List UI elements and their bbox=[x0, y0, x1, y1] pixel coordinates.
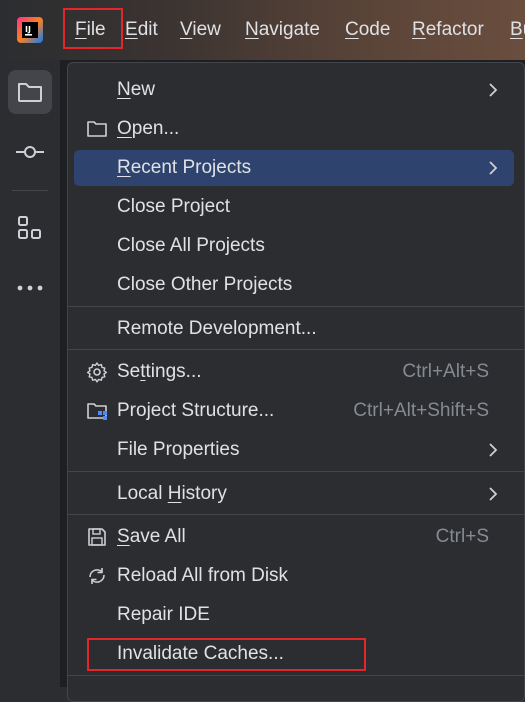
menu-item-label: Reload All from Disk bbox=[117, 565, 289, 586]
folder-icon bbox=[87, 121, 107, 137]
menu-item-label: Close All Projects bbox=[117, 235, 265, 256]
menu-item-label: Open... bbox=[117, 118, 180, 139]
menu-view[interactable]: View bbox=[180, 19, 221, 41]
chevron-right-icon bbox=[489, 487, 498, 501]
menu-divider bbox=[68, 675, 524, 676]
menu-item-save-all[interactable]: Save All Ctrl+S bbox=[74, 519, 514, 555]
invalidate-caches-highlight-box bbox=[87, 638, 366, 671]
menu-item-recent-projects[interactable]: Recent Projects bbox=[74, 150, 514, 186]
menu-edit[interactable]: Edit bbox=[125, 19, 158, 41]
menu-divider bbox=[68, 306, 524, 307]
chevron-right-icon bbox=[489, 83, 498, 97]
menu-item-project-structure[interactable]: Project Structure... Ctrl+Alt+Shift+S bbox=[74, 393, 514, 429]
structure-tool-button[interactable] bbox=[8, 206, 52, 250]
menu-item-label: Local History bbox=[117, 483, 227, 504]
project-folder-icon bbox=[18, 83, 42, 102]
menu-item-close-other-projects[interactable]: Close Other Projects bbox=[74, 267, 514, 303]
reload-icon bbox=[89, 568, 105, 584]
shortcut-label: Ctrl+S bbox=[435, 526, 489, 547]
menu-divider bbox=[68, 514, 524, 515]
menu-item-label: Close Project bbox=[117, 196, 231, 217]
more-tool-button[interactable] bbox=[8, 266, 52, 310]
chevron-right-icon bbox=[489, 443, 498, 457]
menu-item-label: Recent Projects bbox=[117, 157, 252, 178]
menu-refactor[interactable]: Refactor bbox=[412, 19, 484, 41]
menu-item-file-properties[interactable]: File Properties bbox=[74, 432, 514, 468]
menu-item-label: Save All bbox=[117, 526, 186, 547]
menu-item-label: Settings... bbox=[117, 361, 202, 382]
file-menu-popup: New Open... Recent Projects Close Projec… bbox=[67, 62, 525, 702]
menu-item-close-all-projects[interactable]: Close All Projects bbox=[74, 228, 514, 264]
menu-item-repair-ide[interactable]: Repair IDE bbox=[74, 597, 514, 633]
menu-item-close-project[interactable]: Close Project bbox=[74, 189, 514, 225]
save-icon bbox=[88, 528, 106, 546]
menu-item-label: New bbox=[117, 79, 156, 100]
menu-item-local-history[interactable]: Local History bbox=[74, 476, 514, 512]
menu-divider bbox=[68, 349, 524, 350]
menu-item-new[interactable]: New bbox=[74, 72, 514, 108]
menu-item-label: Close Other Projects bbox=[117, 274, 293, 295]
chevron-right-icon bbox=[489, 161, 498, 175]
commit-icon bbox=[16, 146, 44, 158]
menu-item-remote-development[interactable]: Remote Development... bbox=[74, 311, 514, 347]
menu-item-reload-all-from-disk[interactable]: Reload All from Disk bbox=[74, 558, 514, 594]
shortcut-label: Ctrl+Alt+S bbox=[402, 361, 489, 382]
project-structure-icon bbox=[87, 403, 107, 420]
shortcut-label: Ctrl+Alt+Shift+S bbox=[353, 400, 489, 421]
tool-window-strip bbox=[0, 60, 60, 687]
menu-item-label: Repair IDE bbox=[117, 604, 210, 625]
title-bar: IJ File Edit View Navigate Code Refactor… bbox=[0, 0, 525, 60]
structure-icon bbox=[18, 216, 41, 239]
menu-divider bbox=[68, 471, 524, 472]
menu-navigate[interactable]: Navigate bbox=[245, 19, 320, 41]
toolstrip-divider bbox=[12, 190, 48, 191]
menu-item-label: File Properties bbox=[117, 439, 240, 460]
file-menu-highlight-box bbox=[63, 8, 123, 49]
more-icon bbox=[17, 285, 43, 291]
menu-item-open[interactable]: Open... bbox=[74, 111, 514, 147]
menu-item-label: Project Structure... bbox=[117, 400, 275, 421]
menu-item-label: Remote Development... bbox=[117, 318, 317, 339]
gear-icon bbox=[86, 362, 108, 383]
menu-code[interactable]: Code bbox=[345, 19, 390, 41]
project-tool-button[interactable] bbox=[8, 70, 52, 114]
commit-tool-button[interactable] bbox=[8, 130, 52, 174]
menu-build[interactable]: Bu bbox=[510, 19, 525, 41]
menu-item-settings[interactable]: Settings... Ctrl+Alt+S bbox=[74, 354, 514, 390]
